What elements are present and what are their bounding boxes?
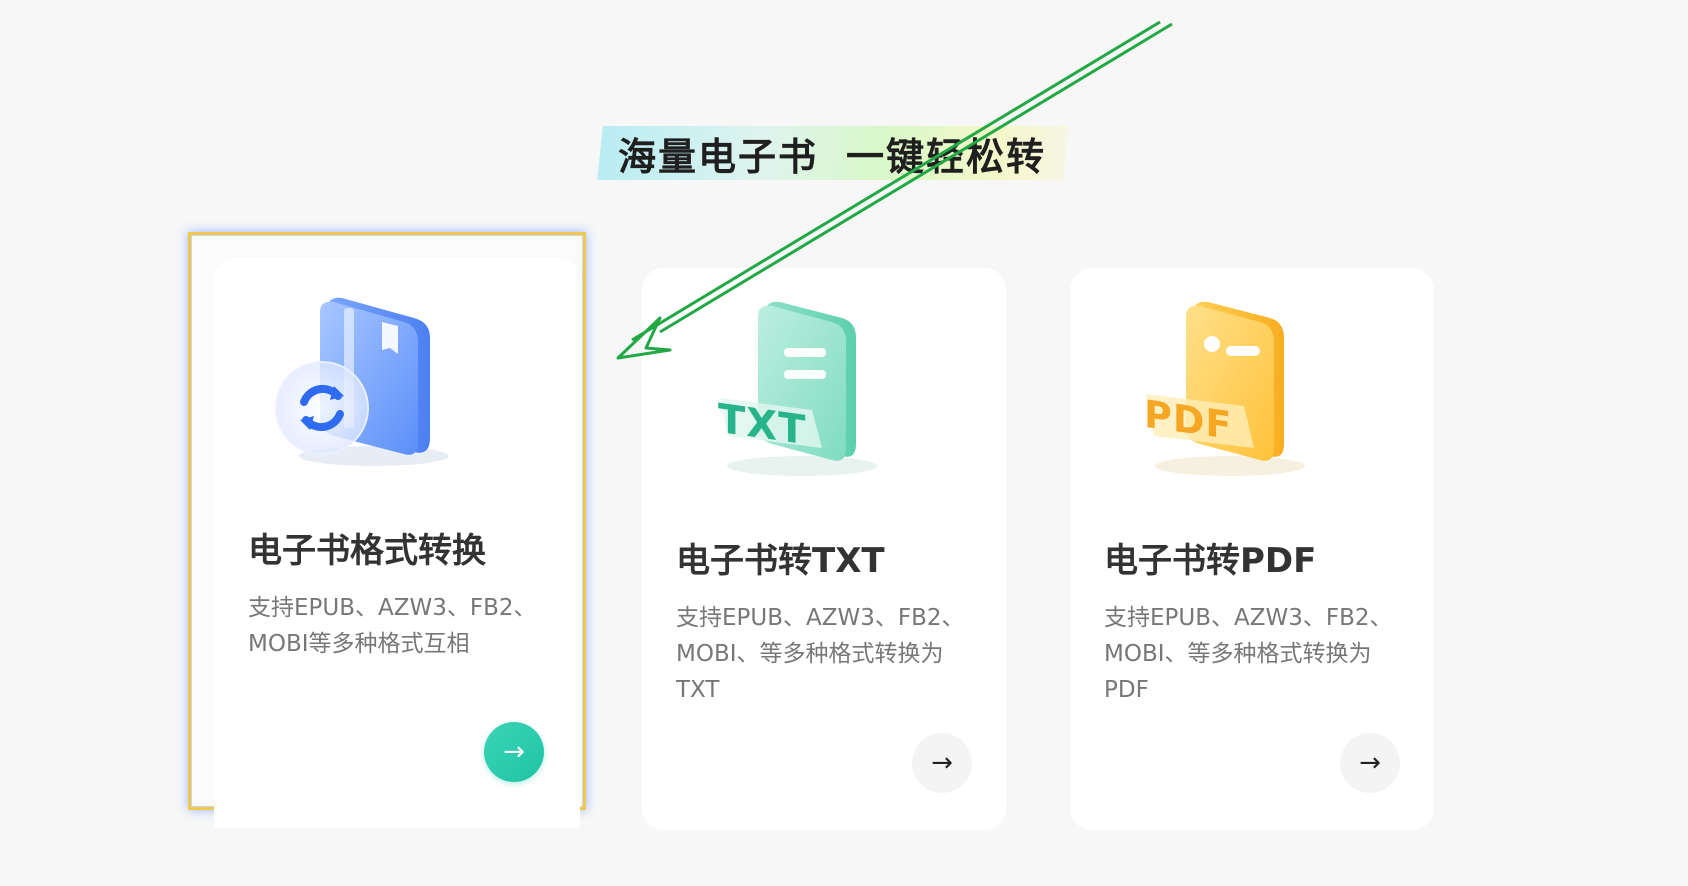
go-button[interactable]: → xyxy=(912,733,972,793)
arrow-right-icon: → xyxy=(1359,748,1381,778)
book-convert-icon xyxy=(264,288,464,478)
txt-file-icon: TXT xyxy=(692,298,892,488)
card-description: 支持EPUB、AZW3、FB2、MOBI等多种格式互相 xyxy=(248,595,537,657)
card-description: 支持EPUB、AZW3、FB2、MOBI、等多种格式转换为PDF xyxy=(1104,605,1393,703)
headline: 海量电子书 一键轻松转 xyxy=(597,126,1069,180)
card-ebook-to-txt[interactable]: TXT 电子书转TXT 支持EPUB、AZW3、FB2、MOBI、等多种格式转换… xyxy=(642,268,1006,830)
page: 海量电子书 一键轻松转 电子书格式转换 支持EPUB、AZW3、FB2、MOBI… xyxy=(0,0,1688,886)
card-description: 支持EPUB、AZW3、FB2、MOBI、等多种格式转换为TXT xyxy=(676,605,965,703)
pdf-file-icon: PDF xyxy=(1120,298,1320,488)
go-button[interactable]: → xyxy=(1340,733,1400,793)
card-title: 电子书转TXT xyxy=(676,541,885,581)
card-title: 电子书转PDF xyxy=(1104,541,1317,581)
go-button[interactable]: → xyxy=(484,722,544,782)
card-ebook-format-convert[interactable]: 电子书格式转换 支持EPUB、AZW3、FB2、MOBI等多种格式互相 → xyxy=(214,258,580,828)
card-title: 电子书格式转换 xyxy=(248,531,486,571)
card-ebook-to-pdf[interactable]: PDF 电子书转PDF 支持EPUB、AZW3、FB2、MOBI、等多种格式转换… xyxy=(1070,268,1434,830)
headline-part-2: 一键轻松转 xyxy=(846,134,1047,179)
arrow-right-icon: → xyxy=(503,737,525,767)
arrow-right-icon: → xyxy=(931,748,953,778)
headline-part-1: 海量电子书 xyxy=(618,134,819,179)
